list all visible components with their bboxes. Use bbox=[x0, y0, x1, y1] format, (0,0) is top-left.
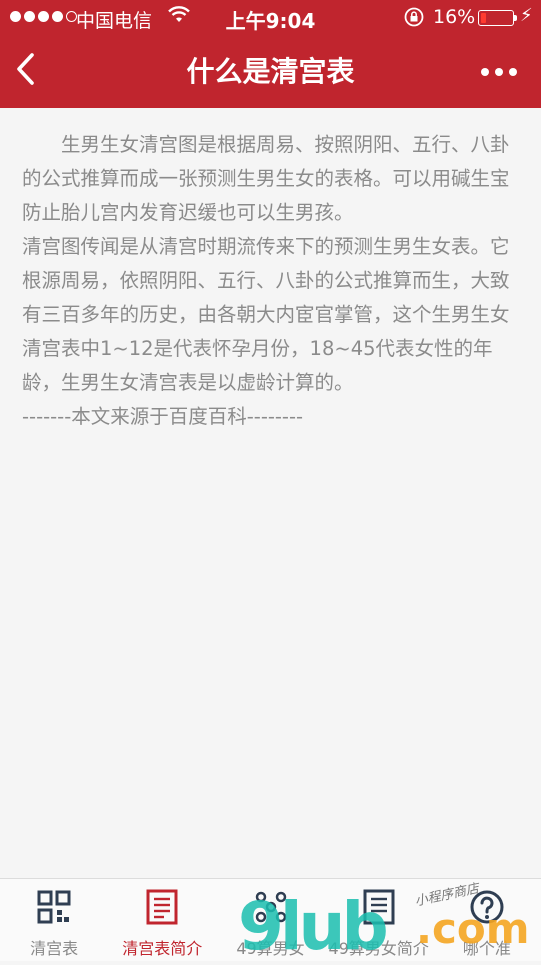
tab-label: 清宫表 bbox=[30, 939, 79, 958]
tab-label: 49算男女简介 bbox=[328, 939, 429, 958]
document-icon bbox=[363, 889, 395, 925]
charging-icon: ⚡ bbox=[520, 5, 533, 26]
battery-icon bbox=[478, 10, 514, 26]
tab-label: 49算男女 bbox=[236, 939, 305, 958]
more-dots-icon bbox=[481, 68, 489, 76]
paragraph: 清宫图传闻是从清宫时期流传来下的预测生男生女表。它根源周易，依照阴阳、五行、八卦… bbox=[22, 235, 510, 326]
tab-label: 清宫表简介 bbox=[122, 939, 203, 958]
top-header: 中国电信 上午9:04 16% ⚡ 什么是清宫表 bbox=[0, 0, 541, 108]
article-body: 生男生女清宫图是根据周易、按照阴阳、五行、八卦的公式推算而成一张预测生男生女的表… bbox=[22, 128, 516, 434]
beads-icon bbox=[255, 891, 286, 923]
tab-which-accurate[interactable]: 哪个准 bbox=[433, 879, 541, 961]
tab-qinggong-intro[interactable]: 清宫表简介 bbox=[108, 879, 216, 961]
question-icon bbox=[470, 890, 504, 924]
more-options-button[interactable] bbox=[481, 68, 517, 76]
page-title: 什么是清宫表 bbox=[186, 55, 355, 88]
status-bar: 中国电信 上午9:04 16% ⚡ bbox=[0, 0, 541, 34]
tab-49-calc[interactable]: 49算男女 bbox=[216, 879, 324, 961]
tab-qinggong-table[interactable]: 清宫表 bbox=[0, 879, 108, 961]
rotation-lock-icon bbox=[403, 6, 425, 33]
tab-label: 哪个准 bbox=[462, 939, 511, 958]
bottom-tab-bar: 清宫表 清宫表简介 49算男女 49算男女简介 哪个准 bbox=[0, 878, 541, 961]
source-note: -------本文来源于百度百科-------- bbox=[22, 405, 304, 428]
document-icon bbox=[146, 889, 178, 925]
battery-percent: 16% bbox=[433, 6, 476, 28]
tab-49-intro[interactable]: 49算男女简介 bbox=[325, 879, 433, 961]
qr-grid-icon bbox=[37, 890, 71, 924]
paragraph: 生男生女清宫图是根据周易、按照阴阳、五行、八卦的公式推算而成一张预测生男生女的表… bbox=[22, 133, 510, 224]
paragraph: 清宫表中1~12是代表怀孕月份，18~45代表女性的年龄，生男生女清宫表是以虚龄… bbox=[22, 337, 493, 394]
battery-tip bbox=[514, 15, 517, 21]
